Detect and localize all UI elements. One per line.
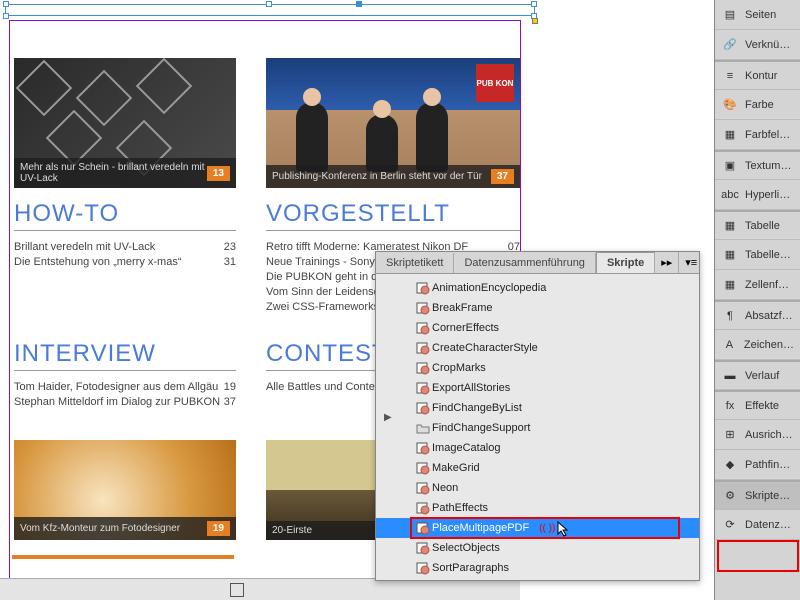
panel-icon: 🔗 (721, 36, 739, 54)
script-icon (416, 321, 430, 335)
list-item: Die Entstehung von „merry x-mas“31 (14, 256, 236, 268)
thumb-caption: Vom Kfz-Monteur zum Fotodesigner (20, 523, 180, 534)
tab-skriptetikett[interactable]: Skriptetikett (376, 253, 454, 273)
cursor-icon (556, 520, 570, 538)
panel-tab-tabelle[interactable]: ▦Tabelle… (715, 240, 800, 270)
thumb-caption: 20-Eirste (272, 525, 312, 536)
panels-dock: ▤Seiten🔗Verknü…≡Kontur🎨Farbe▦Farbfel…▣Te… (714, 0, 800, 600)
folder-icon (416, 421, 430, 435)
script-icon (416, 401, 430, 415)
panel-tab-absatzf[interactable]: ¶Absatzf… (715, 300, 800, 330)
panel-icon: ▦ (721, 276, 739, 294)
panel-tab-hyperli[interactable]: abcHyperli… (715, 180, 800, 210)
script-icon (416, 541, 430, 555)
panel-icon: ≡ (721, 67, 739, 85)
panel-icon: fx (721, 397, 739, 415)
script-icon (416, 501, 430, 515)
script-item-imagecatalog[interactable]: ImageCatalog (376, 438, 699, 458)
feature-caption: Publishing-Konferenz in Berlin steht vor… (272, 171, 482, 182)
script-item-placemultipagepdf[interactable]: PlaceMultipagePDF(( )) (376, 518, 699, 538)
panel-icon: ▦ (721, 126, 739, 144)
panel-icon: ⊞ (721, 426, 739, 444)
panel-menu-icon[interactable]: ▾≡ (678, 252, 703, 273)
panel-icon: ⚙ (721, 487, 739, 505)
script-item-findchangesupport[interactable]: FindChangeSupport (376, 418, 699, 438)
panel-tab-textum[interactable]: ▣Textum… (715, 150, 800, 180)
panel-icon: ⟳ (721, 516, 739, 534)
panel-tab-zellenf[interactable]: ▦Zellenf… (715, 270, 800, 300)
tab-skripte[interactable]: Skripte (596, 252, 655, 273)
panel-tabs: Skriptetikett Datenzusammenführung Skrip… (376, 252, 699, 274)
script-icon (416, 361, 430, 375)
feature-image-1[interactable]: Mehr als nur Schein - brillant veredeln … (14, 58, 236, 188)
panel-tab-datenz[interactable]: ⟳Datenz… (715, 510, 800, 540)
script-item-createcharacterstyle[interactable]: CreateCharacterStyle (376, 338, 699, 358)
script-item-sortparagraphs[interactable]: SortParagraphs (376, 558, 699, 578)
tabs-scroll-icon[interactable]: ▸▸ (655, 252, 678, 273)
script-icon (416, 341, 430, 355)
panel-tab-pathfin[interactable]: ◆Pathfin… (715, 450, 800, 480)
script-icon (416, 441, 430, 455)
panel-icon: ▦ (721, 246, 739, 264)
script-item-patheffects[interactable]: PathEffects (376, 498, 699, 518)
feature-image-2[interactable]: PUB KON Publishing-Konferenz in Berlin s… (266, 58, 520, 188)
checkbox-icon[interactable] (230, 583, 244, 597)
script-icon (416, 521, 430, 535)
script-icon (416, 381, 430, 395)
section-heading-interview: INTERVIEW (14, 340, 236, 371)
script-item-exportallstories[interactable]: ExportAllStories (376, 378, 699, 398)
panel-icon: ◆ (721, 456, 739, 474)
list-item: Tom Haider, Fotodesigner aus dem Allgäu1… (14, 381, 236, 393)
script-item-makegrid[interactable]: MakeGrid (376, 458, 699, 478)
panel-tab-effekte[interactable]: fxEffekte (715, 390, 800, 420)
script-icon (416, 481, 430, 495)
feature-caption: Mehr als nur Schein - brillant veredeln … (20, 162, 207, 184)
script-item-neon[interactable]: Neon (376, 478, 699, 498)
panel-icon: abc (721, 186, 739, 204)
feature-page-num: 13 (207, 166, 230, 181)
panel-tab-verknü[interactable]: 🔗Verknü… (715, 30, 800, 60)
pubkon-badge: PUB KON (476, 64, 514, 102)
panel-tab-farbe[interactable]: 🎨Farbe (715, 90, 800, 120)
script-item-selectobjects[interactable]: SelectObjects (376, 538, 699, 558)
section-heading-vorgestellt: VORGESTELLT (266, 200, 520, 231)
panel-tab-zeichen[interactable]: AZeichen… (715, 330, 800, 360)
panel-tab-kontur[interactable]: ≡Kontur (715, 60, 800, 90)
script-item-findchangebylist[interactable]: FindChangeByList (376, 398, 699, 418)
panel-icon: ¶ (721, 307, 739, 325)
list-item: Stephan Mitteldorf im Dialog zur PUBKON3… (14, 396, 236, 408)
panel-icon: A (721, 336, 738, 354)
scripts-panel: Skriptetikett Datenzusammenführung Skrip… (375, 251, 700, 581)
panel-icon: ▬ (721, 367, 739, 385)
panel-tab-skripte[interactable]: ⚙Skripte… (715, 480, 800, 510)
panel-tab-verlauf[interactable]: ▬Verlauf (715, 360, 800, 390)
thumb-page-num: 19 (207, 521, 230, 536)
script-item-cropmarks[interactable]: CropMarks (376, 358, 699, 378)
script-item-animationencyclopedia[interactable]: AnimationEncyclopedia (376, 278, 699, 298)
section-heading-howto: HOW-TO (14, 200, 236, 231)
panel-tab-farbfel[interactable]: ▦Farbfel… (715, 120, 800, 150)
panel-tab-ausrich[interactable]: ⊞Ausrich… (715, 420, 800, 450)
script-icon (416, 561, 430, 575)
orange-bar (12, 555, 234, 559)
panel-tab-seiten[interactable]: ▤Seiten (715, 0, 800, 30)
thumb-image-1[interactable]: Vom Kfz-Monteur zum Fotodesigner 19 (14, 440, 236, 540)
script-item-breakframe[interactable]: BreakFrame (376, 298, 699, 318)
list-item: Brillant veredeln mit UV-Lack23 (14, 241, 236, 253)
panel-icon: ▤ (721, 6, 739, 24)
selection-box[interactable] (5, 4, 535, 16)
script-item-cornereffects[interactable]: CornerEffects (376, 318, 699, 338)
script-list: AnimationEncyclopediaBreakFrameCornerEff… (376, 274, 699, 582)
script-icon (416, 301, 430, 315)
script-icon (416, 461, 430, 475)
panel-icon: ▦ (721, 217, 739, 235)
panel-icon: ▣ (721, 157, 739, 175)
panel-icon: 🎨 (721, 96, 739, 114)
highlight-box (717, 540, 799, 572)
tab-datenzusammenfuehrung[interactable]: Datenzusammenführung (454, 253, 595, 273)
panel-tab-tabelle[interactable]: ▦Tabelle (715, 210, 800, 240)
script-icon (416, 281, 430, 295)
feature-page-num: 37 (491, 169, 514, 184)
